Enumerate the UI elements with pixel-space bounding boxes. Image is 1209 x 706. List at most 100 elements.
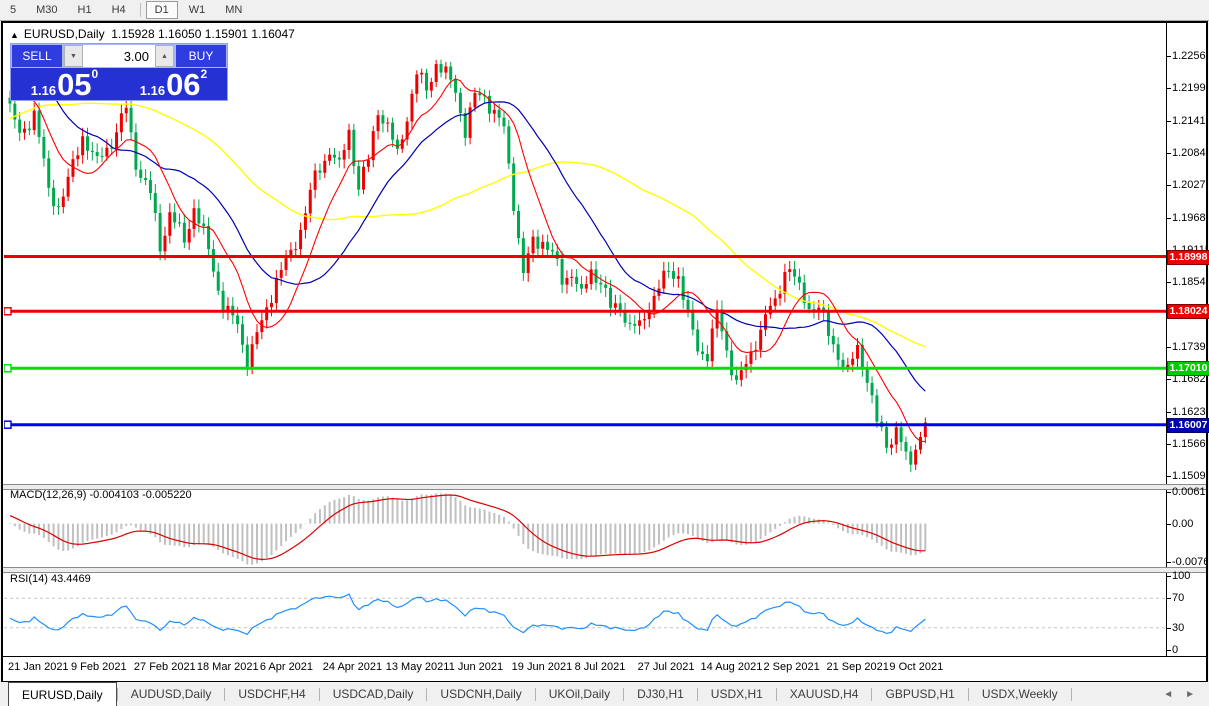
sell-price-prefix: 1.16 — [31, 83, 56, 98]
volume-decrease-icon[interactable]: ▼ — [64, 45, 83, 67]
price-axis-tick — [1166, 476, 1171, 477]
price-axis-tick — [1166, 347, 1171, 348]
toolbar-separator — [140, 3, 141, 17]
chart-expand-icon[interactable]: ▲ — [10, 30, 19, 40]
time-axis-label: 14 Aug 2021 — [701, 661, 763, 673]
price-axis-tick — [1166, 153, 1171, 154]
chart-tab-dj30-h1[interactable]: DJ30,H1 — [624, 682, 697, 706]
chart-window — [1, 21, 1208, 683]
tabs-scroll-right-icon[interactable]: ► — [1179, 689, 1201, 700]
rsi-indicator-label: RSI(14) 43.4469 — [10, 573, 91, 585]
rsi-axis-label: 70 — [1172, 592, 1208, 604]
rsi-axis-tick — [1166, 598, 1171, 599]
rsi-splitter[interactable] — [3, 567, 1206, 573]
time-axis-label: 24 Apr 2021 — [323, 661, 382, 673]
price-level-badge: 1.18024 — [1167, 304, 1209, 319]
time-axis-label: 19 Jun 2021 — [512, 661, 573, 673]
time-axis-label: 21 Jan 2021 — [8, 661, 69, 673]
buy-price-display[interactable]: 1.16 06 2 — [120, 68, 227, 100]
chart-tab-usdcad-daily[interactable]: USDCAD,Daily — [320, 682, 427, 706]
timeframe-button-d1[interactable]: D1 — [146, 1, 178, 19]
time-axis-label: 8 Jul 2021 — [575, 661, 626, 673]
volume-input[interactable]: 3.00 — [83, 45, 155, 67]
price-axis-label: 1.15665 — [1172, 438, 1208, 450]
price-level-badge: 1.17010 — [1167, 361, 1209, 376]
time-axis-label: 6 Apr 2021 — [260, 661, 313, 673]
buy-price-prefix: 1.16 — [140, 83, 165, 98]
chart-symbol-label: EURUSD,Daily — [24, 27, 105, 41]
time-axis-label: 18 Mar 2021 — [197, 661, 259, 673]
rsi-axis-tick — [1166, 576, 1171, 577]
time-axis-border — [3, 656, 1206, 657]
time-axis-label: 1 Jun 2021 — [449, 661, 503, 673]
price-axis-tick — [1166, 444, 1171, 445]
price-axis-label: 1.19685 — [1172, 212, 1208, 224]
macd-axis-tick — [1166, 492, 1171, 493]
chart-ohlc-values: 1.15928 1.16050 1.15901 1.16047 — [111, 27, 295, 41]
price-axis-label: 1.18545 — [1172, 276, 1208, 288]
tabs-scroll-left-icon[interactable]: ◄ — [1157, 689, 1179, 700]
volume-increase-icon[interactable]: ▲ — [155, 45, 174, 67]
price-axis-label: 1.21995 — [1172, 82, 1208, 94]
timeframe-button-mn[interactable]: MN — [216, 1, 251, 19]
timeframe-button-w1[interactable]: W1 — [180, 1, 215, 19]
price-axis-label: 1.20270 — [1172, 179, 1208, 191]
price-level-badge: 1.16007 — [1167, 418, 1209, 433]
price-axis-tick — [1166, 379, 1171, 380]
time-axis-label: 2 Sep 2021 — [764, 661, 820, 673]
macd-axis-tick — [1166, 562, 1171, 563]
macd-axis-label: -0.007621 — [1172, 556, 1208, 568]
macd-axis-label: 0.00 — [1172, 518, 1208, 530]
chart-tab-xauusd-h4[interactable]: XAUUSD,H4 — [777, 682, 872, 706]
price-axis-tick — [1166, 56, 1171, 57]
rsi-axis-label: 0 — [1172, 644, 1208, 656]
price-axis-tick — [1166, 282, 1171, 283]
sell-price-pip: 0 — [92, 68, 99, 80]
price-axis-tick — [1166, 412, 1171, 413]
chart-tab-usdx-weekly[interactable]: USDX,Weekly — [969, 682, 1071, 706]
chart-tab-ukoil-daily[interactable]: UKOil,Daily — [536, 682, 623, 706]
volume-stepper: ▼ 3.00 ▲ — [63, 44, 175, 68]
chart-tab-eurusd-daily[interactable]: EURUSD,Daily — [8, 682, 117, 706]
timeframe-button-h4[interactable]: H4 — [103, 1, 135, 19]
macd-axis-tick — [1166, 524, 1171, 525]
timeframe-button-m30[interactable]: M30 — [27, 1, 66, 19]
price-axis-divider — [1166, 23, 1167, 656]
chart-title: ▲ EURUSD,Daily 1.15928 1.16050 1.15901 1.… — [10, 27, 295, 41]
buy-price-pip: 2 — [201, 68, 208, 80]
rsi-axis-label: 30 — [1172, 622, 1208, 634]
price-axis-tick — [1166, 218, 1171, 219]
macd-indicator-label: MACD(12,26,9) -0.004103 -0.005220 — [10, 489, 192, 501]
sell-button[interactable]: SELL — [11, 44, 63, 68]
time-axis-label: 27 Jul 2021 — [638, 661, 695, 673]
time-axis-label: 13 May 2021 — [386, 661, 450, 673]
time-axis-label: 27 Feb 2021 — [134, 661, 196, 673]
one-click-trading-panel: SELL ▼ 3.00 ▲ BUY 1.16 05 0 1.16 06 2 — [10, 43, 228, 101]
rsi-axis-tick — [1166, 628, 1171, 629]
chart-tab-usdx-h1[interactable]: USDX,H1 — [698, 682, 776, 706]
chart-tab-gbpusd-h1[interactable]: GBPUSD,H1 — [872, 682, 967, 706]
chart-tab-usdcnh-daily[interactable]: USDCNH,Daily — [427, 682, 534, 706]
sell-price-big: 05 — [57, 71, 91, 98]
price-axis-tick — [1166, 185, 1171, 186]
timeframe-toolbar: 5M30H1H4 D1W1MN — [0, 0, 1209, 21]
sell-price-display[interactable]: 1.16 05 0 — [11, 68, 118, 100]
chart-tab-bar: EURUSD,DailyAUDUSD,DailyUSDCHF,H4USDCAD,… — [0, 682, 1209, 706]
buy-button[interactable]: BUY — [175, 44, 227, 68]
chart-tab-audusd-daily[interactable]: AUDUSD,Daily — [118, 682, 225, 706]
price-axis-label: 1.21410 — [1172, 115, 1208, 127]
timeframe-button-5[interactable]: 5 — [1, 1, 25, 19]
price-axis-tick — [1166, 88, 1171, 89]
timeframe-button-h1[interactable]: H1 — [69, 1, 101, 19]
chart-tab-usdchf-h4[interactable]: USDCHF,H4 — [225, 682, 318, 706]
price-axis-label: 1.16235 — [1172, 406, 1208, 418]
rsi-axis-label: 100 — [1172, 570, 1208, 582]
price-axis-label: 1.15095 — [1172, 470, 1208, 482]
buy-price-big: 06 — [166, 71, 200, 98]
tab-separator — [1071, 688, 1072, 701]
rsi-axis-tick — [1166, 650, 1171, 651]
time-axis-label: 9 Feb 2021 — [71, 661, 127, 673]
price-axis-tick — [1166, 121, 1171, 122]
price-axis-label: 1.22565 — [1172, 50, 1208, 62]
price-level-badge: 1.18998 — [1167, 250, 1209, 265]
